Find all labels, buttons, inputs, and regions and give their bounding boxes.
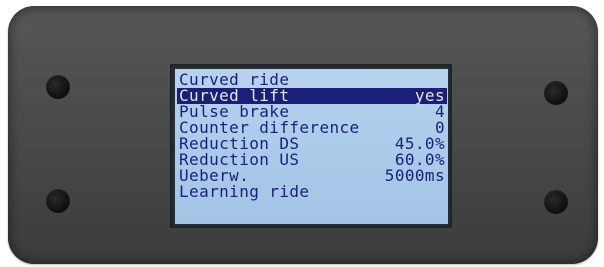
mounting-hole-top-left	[46, 75, 70, 99]
mounting-hole-top-right	[544, 81, 568, 105]
menu-item-value: 5000ms	[384, 166, 445, 185]
mounting-hole-bottom-left	[46, 189, 70, 213]
menu-list: Curved ride Curved lift yes Pulse brake …	[177, 72, 447, 200]
device-photo: Curved ride Curved lift yes Pulse brake …	[0, 0, 604, 267]
menu-item-label: Learning ride	[179, 182, 310, 201]
menu-item-learning-ride[interactable]: Learning ride	[177, 184, 447, 200]
lcd-screen: Curved ride Curved lift yes Pulse brake …	[175, 69, 448, 224]
mounting-hole-bottom-right	[544, 190, 568, 214]
